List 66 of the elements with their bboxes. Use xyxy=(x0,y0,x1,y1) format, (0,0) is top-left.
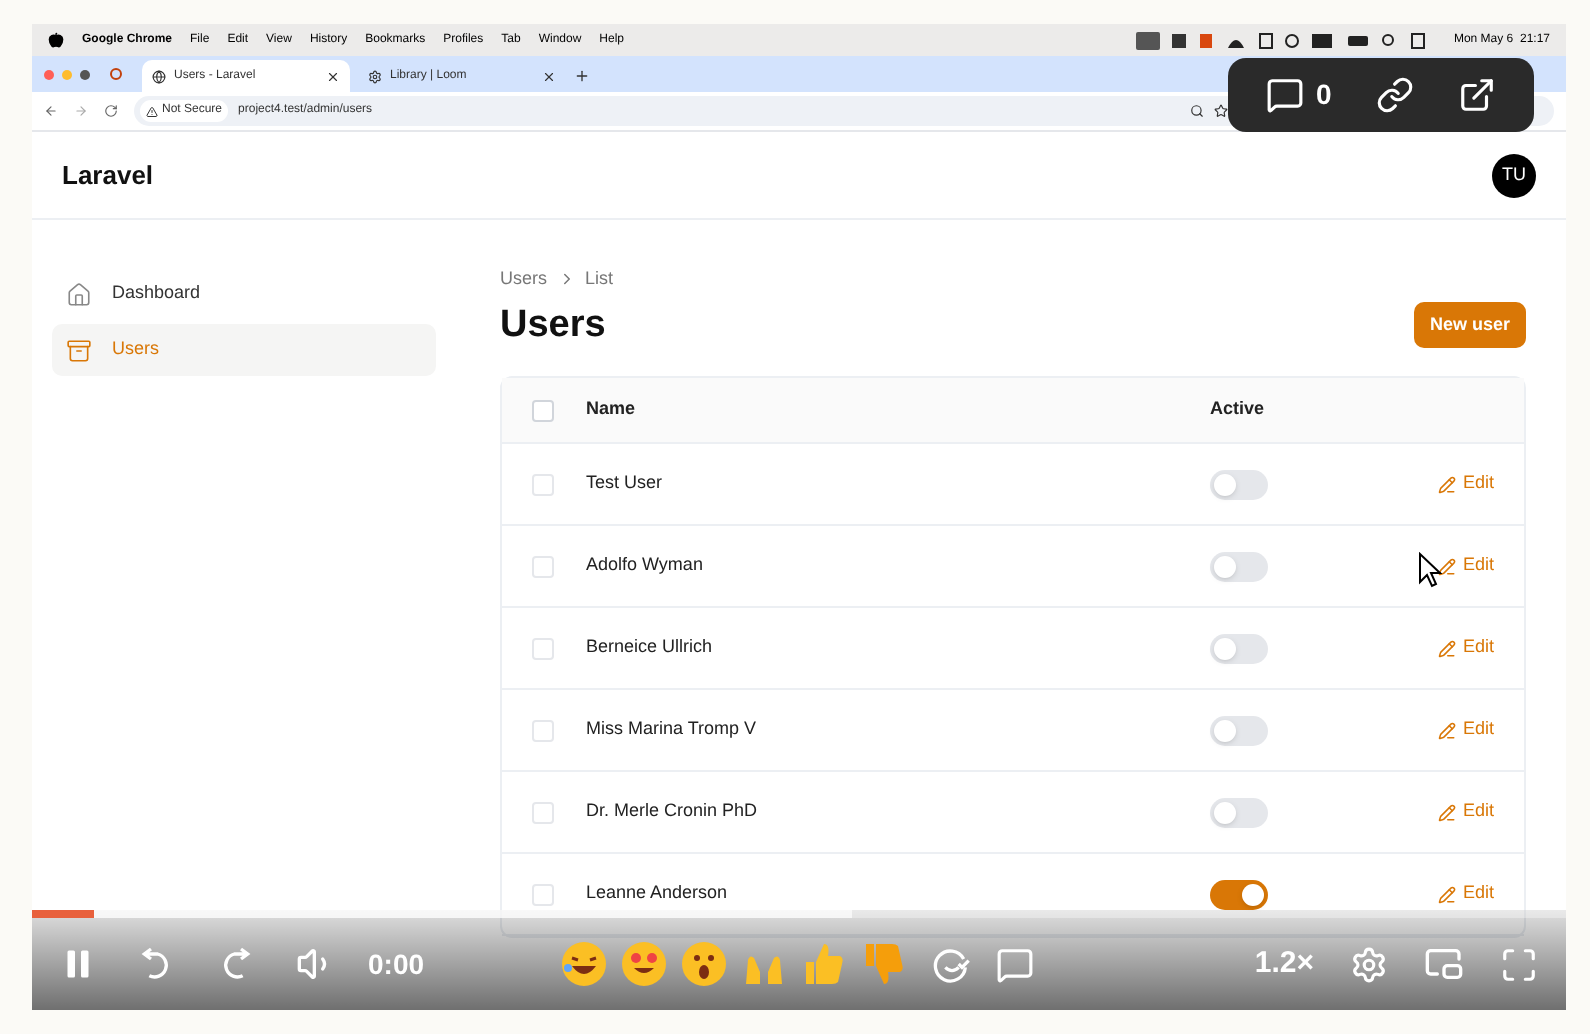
star-icon[interactable] xyxy=(1214,104,1228,118)
back-icon[interactable] xyxy=(44,104,58,118)
name-cell-text: Leanne Anderson xyxy=(586,880,730,907)
reload-icon[interactable] xyxy=(104,104,118,118)
edit-icon xyxy=(1438,639,1457,657)
page-title: Users xyxy=(500,301,606,349)
forward-icon[interactable] xyxy=(74,104,88,118)
row-checkbox[interactable] xyxy=(532,719,554,741)
new-tab-icon[interactable] xyxy=(574,68,590,84)
active-toggle[interactable] xyxy=(1210,715,1268,745)
playback-time: 0:00 xyxy=(368,945,425,983)
picture-in-picture-icon[interactable] xyxy=(1424,944,1464,984)
laughing-face-icon xyxy=(560,940,609,988)
user-avatar[interactable]: TU xyxy=(1492,153,1536,197)
close-icon[interactable] xyxy=(542,69,556,83)
heart-eyes-face-icon xyxy=(620,940,669,988)
breadcrumb-current: List xyxy=(585,266,614,292)
surprised-face-icon xyxy=(680,940,729,988)
edit-icon xyxy=(1438,885,1457,903)
edit-icon xyxy=(1438,557,1457,575)
home-icon xyxy=(66,281,92,307)
reaction-button[interactable] xyxy=(560,940,609,988)
edit-icon xyxy=(1438,475,1457,493)
row-checkbox[interactable] xyxy=(532,883,554,905)
fullscreen-icon[interactable] xyxy=(1500,945,1538,983)
active-toggle[interactable] xyxy=(1210,879,1268,909)
close-icon[interactable] xyxy=(326,69,340,83)
reaction-button[interactable] xyxy=(620,940,669,988)
open-external-icon[interactable] xyxy=(1457,76,1496,114)
comment-icon[interactable] xyxy=(1266,76,1305,114)
pinned-tab-icon[interactable] xyxy=(110,68,122,80)
brand-name[interactable]: Laravel xyxy=(62,155,154,195)
add-reaction-icon[interactable] xyxy=(932,944,973,984)
name-cell-text: Berneice Ullrich xyxy=(586,634,715,661)
active-toggle[interactable] xyxy=(1210,551,1268,581)
name-cell-text: Dr. Merle Cronin PhD xyxy=(586,798,760,825)
name-cell-text: Adolfo Wyman xyxy=(586,552,705,579)
row-checkbox[interactable] xyxy=(532,801,554,823)
column-header: Name xyxy=(586,396,638,423)
row-checkbox[interactable] xyxy=(532,637,554,659)
progress-track[interactable] xyxy=(32,910,1566,918)
warning-icon xyxy=(146,105,158,117)
select-all-checkbox[interactable] xyxy=(532,399,554,421)
breadcrumb-link[interactable]: Users xyxy=(500,266,548,293)
name-cell-text: Miss Marina Tromp V xyxy=(586,716,759,743)
row-checkbox[interactable] xyxy=(532,555,554,577)
reaction-button[interactable] xyxy=(680,940,729,988)
active-toggle[interactable] xyxy=(1210,633,1268,663)
mouse-cursor-icon xyxy=(1418,552,1442,588)
globe-icon xyxy=(152,69,166,83)
active-toggle[interactable] xyxy=(1210,797,1268,827)
edit-icon xyxy=(1438,803,1457,821)
active-toggle[interactable] xyxy=(1210,469,1268,499)
row-checkbox[interactable] xyxy=(532,473,554,495)
sidebar-item[interactable]: Dashboard xyxy=(52,268,436,320)
column-header: Active xyxy=(1210,396,1265,423)
edit-icon xyxy=(1438,721,1457,739)
archive-icon xyxy=(66,337,92,363)
name-cell-text: Test User xyxy=(586,470,665,497)
apple-icon[interactable] xyxy=(48,32,64,48)
settings-icon[interactable] xyxy=(1350,945,1388,983)
thumbs-down-icon xyxy=(860,940,909,988)
gear-icon xyxy=(368,69,382,83)
thumbs-up-icon xyxy=(800,940,849,988)
zoom-icon[interactable] xyxy=(1190,104,1204,118)
link-icon[interactable] xyxy=(1375,76,1414,114)
